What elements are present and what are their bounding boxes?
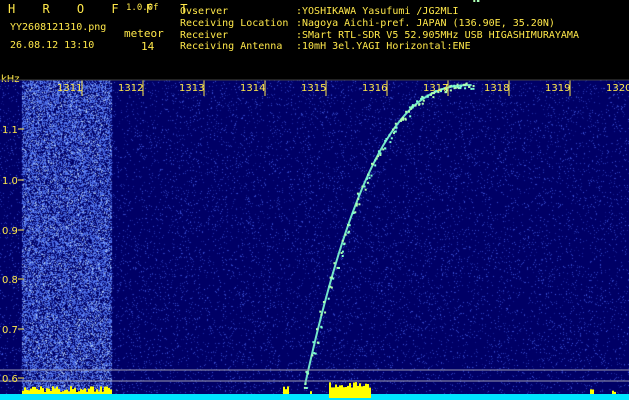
x-tick-label: 1315 <box>301 83 326 94</box>
amplitude-block <box>361 386 363 398</box>
x-tick-label: 1313 <box>179 83 204 94</box>
amplitude-block <box>363 385 365 398</box>
amplitude-spike <box>592 389 594 394</box>
amplitude-block <box>343 387 345 398</box>
amplitude-spike <box>72 389 74 394</box>
amplitude-spike <box>106 386 108 394</box>
amplitude-spike <box>100 386 102 394</box>
amplitude-spike <box>48 388 50 394</box>
amplitude-spike <box>34 387 36 394</box>
amplitude-spike <box>50 391 52 394</box>
amplitude-spike <box>74 387 76 394</box>
y-tick-label: 0.7 <box>2 325 18 336</box>
amplitude-spike <box>612 390 614 394</box>
amplitude-spike <box>62 391 64 394</box>
spectrogram-plot: kHz1.11.00.90.80.70.61311 1312 1313 1314 131… <box>0 0 629 400</box>
amplitude-spike <box>104 386 106 394</box>
amplitude-spike <box>285 389 287 394</box>
amplitude-spike <box>84 388 86 394</box>
amplitude-block <box>339 385 341 398</box>
amplitude-spike <box>70 386 72 394</box>
amplitude-spike <box>52 386 54 394</box>
signal-baseline <box>0 394 629 400</box>
amplitude-spike <box>26 389 28 394</box>
amplitude-spike <box>58 389 60 394</box>
amplitude-spike <box>46 388 48 394</box>
amplitude-spike <box>44 392 46 394</box>
hroft-screen: H R O F F T 1.0.0f YY2608121310.png 26.0… <box>0 0 629 400</box>
amplitude-spike <box>310 391 312 394</box>
noise-texture <box>0 80 629 400</box>
amplitude-block <box>341 385 343 398</box>
y-tick-label: 0.6 <box>2 374 18 385</box>
amplitude-spike <box>22 390 24 394</box>
amplitude-spike <box>60 391 62 394</box>
amplitude-block <box>331 387 333 398</box>
y-tick-label: 0.8 <box>2 275 18 286</box>
amplitude-spike <box>96 389 98 394</box>
amplitude-block <box>357 385 359 398</box>
y-tick-label: 0.9 <box>2 226 18 237</box>
x-tick-label: 1318 <box>484 83 509 94</box>
amplitude-spike <box>40 386 42 394</box>
amplitude-spike <box>36 388 38 394</box>
amplitude-spike <box>94 391 96 394</box>
amplitude-spike <box>76 392 78 394</box>
y-tick-label: 1.0 <box>2 176 18 187</box>
amplitude-block <box>329 382 331 398</box>
amplitude-spike <box>64 390 66 394</box>
amplitude-spike <box>54 388 56 394</box>
amplitude-block <box>353 382 355 398</box>
amplitude-spike <box>24 387 26 394</box>
amplitude-block <box>337 386 339 398</box>
amplitude-spike <box>283 386 285 394</box>
y-tick-label: 1.1 <box>2 125 18 136</box>
amplitude-block <box>345 387 347 398</box>
amplitude-spike <box>590 389 592 394</box>
x-tick-label: 1320 <box>606 83 629 94</box>
amplitude-block <box>333 387 335 398</box>
x-tick-label: 1312 <box>118 83 143 94</box>
amplitude-spike <box>42 388 44 394</box>
amplitude-spike <box>92 386 94 394</box>
x-tick-label: 1319 <box>545 83 570 94</box>
x-tick-label: 1316 <box>362 83 387 94</box>
amplitude-spike <box>86 391 88 394</box>
amplitude-block <box>369 387 371 398</box>
amplitude-block <box>355 382 357 398</box>
amplitude-spike <box>287 386 289 394</box>
amplitude-spike <box>102 391 104 394</box>
amplitude-block <box>349 383 351 398</box>
amplitude-block <box>367 384 369 398</box>
amplitude-spike <box>88 388 90 394</box>
amplitude-spike <box>82 389 84 394</box>
amplitude-spike <box>90 386 92 394</box>
amplitude-spike <box>98 391 100 394</box>
amplitude-block <box>335 384 337 398</box>
amplitude-block <box>347 385 349 398</box>
amplitude-spike <box>32 386 34 394</box>
x-tick-label: 1314 <box>240 83 265 94</box>
amplitude-spike <box>38 389 40 394</box>
amplitude-spike <box>110 389 112 394</box>
amplitude-block <box>365 383 367 398</box>
amplitude-spike <box>30 388 32 394</box>
amplitude-block <box>359 383 361 398</box>
amplitude-spike <box>66 389 68 394</box>
amplitude-spike <box>68 391 70 394</box>
amplitude-spike <box>78 391 80 394</box>
amplitude-spike <box>614 391 616 394</box>
x-tick-label: 1317 <box>423 83 448 94</box>
amplitude-spike <box>80 389 82 394</box>
amplitude-spike <box>56 386 58 394</box>
amplitude-spike <box>28 390 30 394</box>
amplitude-block <box>351 387 353 398</box>
amplitude-spike <box>108 387 110 394</box>
x-tick-label: 1311 <box>57 83 82 94</box>
